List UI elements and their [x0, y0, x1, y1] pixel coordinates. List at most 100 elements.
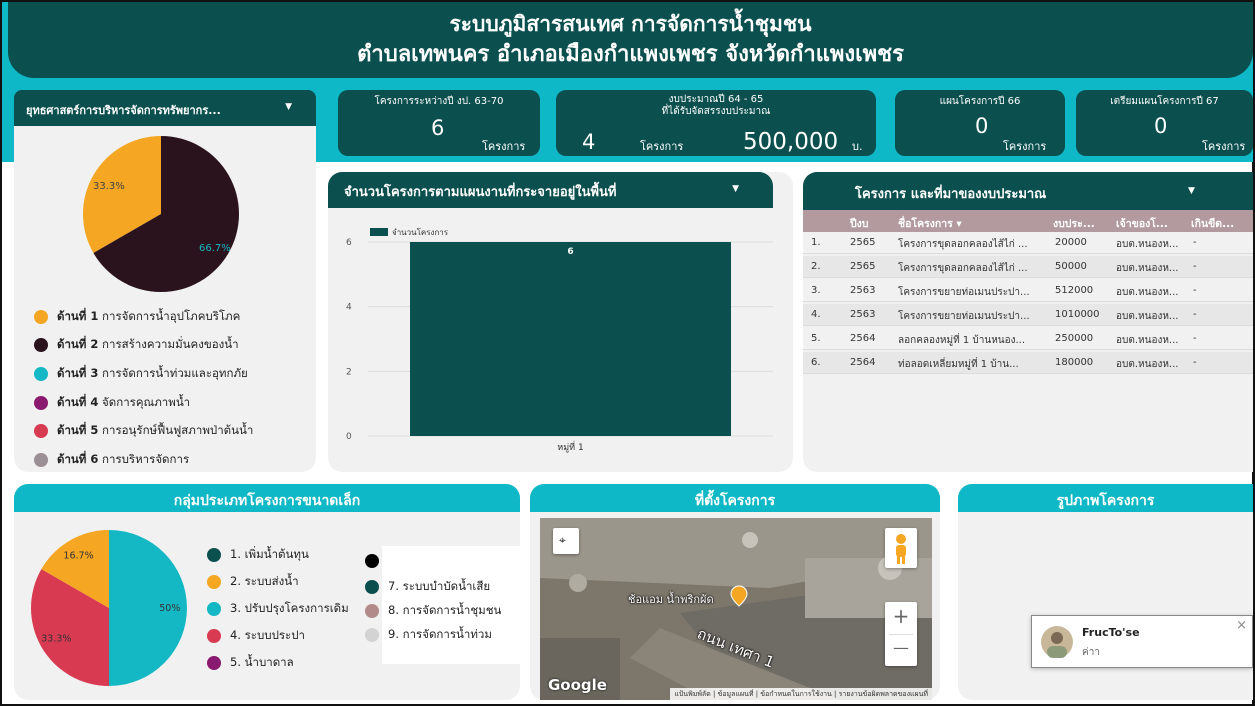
legend-dot [34, 424, 48, 438]
legend-text: การจัดการน้ำท่วมและอุทกภัย [102, 366, 248, 380]
legend-project-type[interactable]: 7. ระบบบำบัดน้ำเสีย [365, 578, 490, 596]
zoom-divider [889, 634, 913, 635]
legend-text: 4. ระบบประปา [230, 628, 305, 642]
legend-project-type[interactable]: 2. ระบบส่งน้ำ [207, 573, 299, 591]
kpi-unit: โครงการ [482, 140, 526, 153]
legend-text: การสร้างความมั่นคงของน้ำ [102, 337, 239, 351]
table-row[interactable]: 5. 2564 ลอกคลองหมู่ที่ 1 บ้านหนอง... 250000… [803, 328, 1253, 350]
col-budget[interactable]: งบประ... [1053, 215, 1108, 232]
legend-dot [34, 310, 48, 324]
table-row[interactable]: 2. 2565 โครงการขุดลอกคลองไส้ไก่ ... 50000 อบ… [803, 256, 1253, 278]
legend-strategy-3[interactable]: ด้านที่ 3 การจัดการน้ำท่วมและอุทกภัย [34, 365, 248, 383]
legend-strategy-2[interactable]: ด้านที่ 2 การสร้างความมั่นคงของน้ำ [34, 336, 239, 354]
legend-strategy-5[interactable]: ด้านที่ 5 การอนุรักษ์ฟื้นฟูสภาพป่าต้นน้ำ [34, 422, 253, 440]
header: ระบบภูมิสารสนเทศ การจัดการน้ำชุมชน ตำบลเ… [8, 2, 1253, 78]
photo-title: รูปภาพโครงการ [1056, 493, 1155, 509]
row-number: 4. [811, 309, 821, 320]
kpi-value: 0 [1154, 114, 1168, 138]
legend-project-type[interactable]: 9. การจัดการน้ำท่วม [365, 626, 492, 644]
kpi-plan-67: เตรียมแผนโครงการปี 67 0 โครงการ [1076, 90, 1253, 156]
legend-strategy-4[interactable]: ด้านที่ 4 จัดการคุณภาพน้ำ [34, 394, 190, 412]
legend-dot [207, 629, 221, 643]
row-budget: 1010000 [1055, 309, 1100, 320]
legend-text: การอนุรักษ์ฟื้นฟูสภาพป่าต้นน้ำ [102, 423, 254, 437]
row-owner: อบต.หนองห... [1116, 239, 1179, 250]
table-row[interactable]: 4. 2563 โครงการขยายท่อเมนประปา... 1010000 อบ… [803, 304, 1253, 326]
bar [410, 242, 731, 436]
locate-button[interactable]: ⌖ [553, 528, 579, 554]
table-row[interactable]: 3. 2563 โครงการขยายท่อเมนประปา... 512000 อบต… [803, 280, 1253, 302]
row-budget: 512000 [1055, 285, 1094, 296]
kpi-unit: โครงการ [1202, 140, 1246, 153]
legend-strategy-1[interactable]: ด้านที่ 1 การจัดการน้ำอุปโภคบริโภค [34, 308, 240, 326]
legend-bold: ด้านที่ 2 [57, 337, 99, 351]
legend-dot [365, 628, 379, 642]
table-row[interactable]: 1. 2565 โครงการขุดลอกคลองไส้ไก่ ... 20000 อบ… [803, 232, 1253, 254]
col-year[interactable]: ปีงบ [850, 215, 868, 232]
legend-text: 2. ระบบส่งน้ำ [230, 574, 299, 588]
row-owner: อบต.หนองห... [1116, 263, 1179, 274]
zoom-in-button[interactable]: + [885, 604, 917, 628]
y-tick-label: 4 [346, 303, 352, 313]
table-row[interactable]: 6. 2564 ท่อลอดเหลี่ยมหมู่ที่ 1 บ้าน... 1800… [803, 352, 1253, 374]
zoom-out-button[interactable]: — [885, 638, 917, 657]
table-column-headers: ปีงบ ชื่อโครงการ ▾ งบประ... เจ้าของโ... … [803, 210, 1253, 232]
legend-text: 7. ระบบบำบัดน้ำเสีย [388, 579, 491, 593]
map-footer-links[interactable]: แป้นพิมพ์ลัด | ข้อมูลแผนที่ | ข้อกำหนดใน… [670, 688, 932, 700]
row-over-limit: - [1193, 285, 1197, 296]
pegman-icon [896, 534, 906, 564]
row-owner: อบต.หนองห... [1116, 287, 1179, 298]
row-over-limit: - [1193, 357, 1197, 368]
legend-dot [207, 602, 221, 616]
bar-chart-header[interactable]: จำนวนโครงการตามแผนงานที่กระจายอยู่ในพื้น… [328, 172, 773, 208]
legend-dot [207, 575, 221, 589]
legend-project-type[interactable]: 5. น้ำบาดาล [207, 654, 294, 672]
strategy-filter-dropdown[interactable]: ยุทธศาสตร์การบริหารจัดการทรัพยากร... ▼ [14, 90, 316, 126]
row-budget: 50000 [1055, 261, 1087, 272]
pie-label-33: 33.3% [93, 181, 125, 192]
place-pin-icon[interactable] [730, 585, 748, 607]
small-projects-header: กลุ่มประเภทโครงการขนาดเล็ก [14, 484, 520, 512]
kpi-budget-64-65: งบประมาณปี 64 - 65 ที่ได้รับจัดสรรงบประม… [556, 90, 876, 156]
row-over-limit: - [1193, 237, 1197, 248]
pie-label-66: 66.7% [199, 243, 231, 254]
legend-dot [34, 396, 48, 410]
kpi-label: โครงการระหว่างปี งป. 63-70 [374, 96, 504, 107]
col-owner[interactable]: เจ้าของโ... [1116, 215, 1186, 232]
small-projects-pie-chart: 50% 33.3% 16.7% [30, 530, 187, 686]
legend-project-type[interactable] [365, 554, 388, 568]
legend-dot [365, 554, 379, 568]
map-view[interactable]: ⌖ ช้อแอม น้ำพริกผัด ถนน เทศา 1 + — Googl… [540, 518, 932, 700]
legend-project-type[interactable]: 8. การจัดการน้ำชุมชน [365, 602, 501, 620]
legend-text: จัดการคุณภาพน้ำ [102, 395, 191, 409]
legend-text: 1. เพิ่มน้ำต้นทุน [230, 547, 309, 561]
legend-project-type[interactable]: 4. ระบบประปา [207, 627, 305, 645]
table-header-bar[interactable]: โครงการ และที่มาของงบประมาณ ▼ [803, 172, 1253, 210]
photo-header: รูปภาพโครงการ [958, 484, 1253, 512]
kpi-label: แผนโครงการปี 66 [939, 96, 1021, 107]
legend-project-type[interactable]: 1. เพิ่มน้ำต้นทุน [207, 546, 309, 564]
row-year: 2564 [850, 333, 876, 344]
close-icon[interactable]: × [1236, 618, 1247, 633]
row-project-name: ลอกคลองหมู่ที่ 1 บ้านหนอง... [898, 335, 1026, 346]
street-view-button[interactable] [885, 528, 917, 568]
pie-slice-label: 50% [159, 603, 180, 614]
bar-chart: 0 2 4 6 จำนวนโครงการ 6 หมู่ที่ 1 [346, 227, 773, 453]
row-budget: 180000 [1055, 357, 1094, 368]
legend-bold: ด้านที่ 1 [57, 309, 99, 323]
row-project-name: โครงการขยายท่อเมนประปา... [898, 311, 1030, 322]
chevron-down-icon: ▼ [285, 102, 292, 112]
row-year: 2564 [850, 357, 876, 368]
legend-text: 3. ปรับปรุงโครงการเดิม [230, 601, 349, 615]
col-project-name[interactable]: ชื่อโครงการ ▾ [898, 215, 962, 232]
row-year: 2563 [850, 285, 876, 296]
legend-dot [365, 580, 379, 594]
legend-strategy-6[interactable]: ด้านที่ 6 การบริหารจัดการ [34, 451, 189, 469]
row-year: 2563 [850, 309, 876, 320]
legend-dot [34, 453, 48, 467]
col-over-limit[interactable]: เกินขีด... [1191, 215, 1251, 232]
kpi-budget-value: 500,000 [743, 129, 839, 155]
avatar [1041, 626, 1073, 658]
chat-notification[interactable]: FrucTo'se ค่าา × [1031, 615, 1253, 668]
legend-project-type[interactable]: 3. ปรับปรุงโครงการเดิม [207, 600, 349, 618]
